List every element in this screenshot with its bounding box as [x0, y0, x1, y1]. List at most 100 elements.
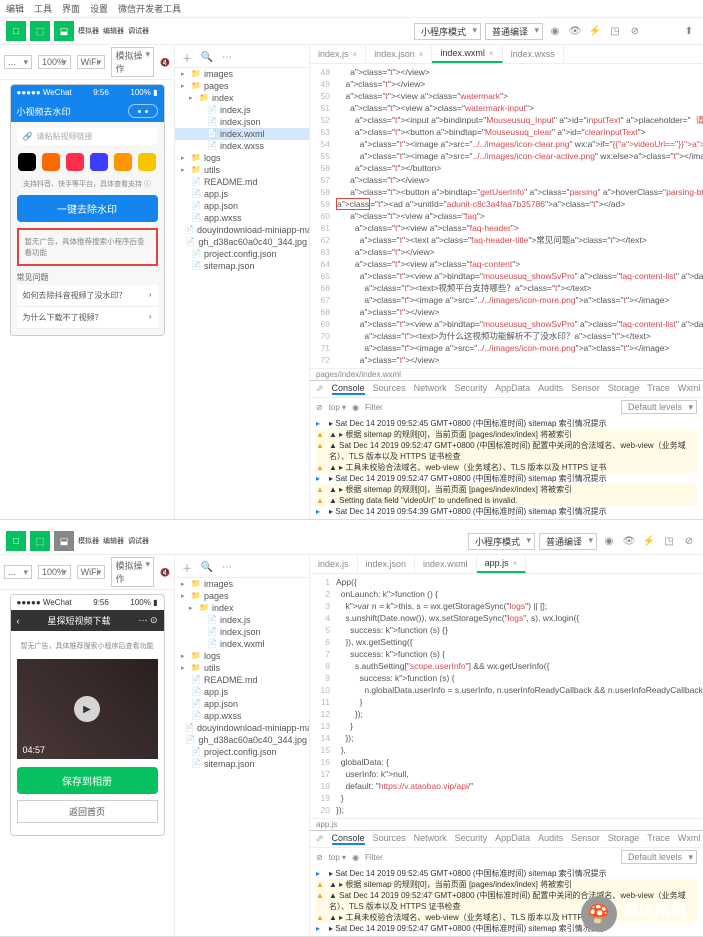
tree-node[interactable]: 📄index.json: [175, 116, 309, 128]
tree-node[interactable]: 📄project.config.json: [175, 248, 309, 260]
remove-watermark-btn[interactable]: 一键去除水印: [17, 195, 158, 222]
tree-node[interactable]: 📄app.wxss: [175, 212, 309, 224]
tree-node[interactable]: 📄gh_d38ac60a0c40_344.jpg: [175, 734, 309, 746]
tree-node[interactable]: 📄sitemap.json: [175, 758, 309, 770]
compile-select[interactable]: 普通编译: [539, 533, 597, 550]
compile-icon[interactable]: ◉: [601, 533, 617, 549]
tab[interactable]: index.wxss: [503, 45, 564, 63]
simulator-btn[interactable]: □: [6, 531, 26, 551]
tab-active[interactable]: index.wxml×: [432, 45, 502, 63]
mode-select[interactable]: 小程序模式: [468, 533, 535, 550]
tab[interactable]: Wxml: [678, 383, 701, 395]
tree-node[interactable]: 📄index.wxml: [175, 128, 309, 140]
tab-active[interactable]: app.js×: [477, 555, 527, 573]
clear-icon[interactable]: ⊘: [627, 23, 643, 39]
level-sel[interactable]: Default levels: [621, 400, 697, 414]
net-sel[interactable]: WiFi: [77, 55, 106, 69]
tree-node[interactable]: ▸📁images: [175, 68, 309, 80]
tree-node[interactable]: 📄index.json: [175, 626, 309, 638]
home-btn[interactable]: 返回首页: [17, 800, 158, 823]
tab[interactable]: index.wxml: [415, 555, 477, 573]
tab[interactable]: Sources: [373, 383, 406, 395]
pointer-icon[interactable]: ⬀: [316, 383, 324, 395]
console-tab[interactable]: Console: [332, 383, 365, 395]
video-player[interactable]: ▶ 04:57: [17, 659, 158, 759]
tree-node[interactable]: 📄index.js: [175, 614, 309, 626]
menu-item[interactable]: 编辑: [6, 2, 24, 15]
console-tab[interactable]: Console: [332, 833, 365, 845]
tree-node[interactable]: 📄sitemap.json: [175, 260, 309, 272]
url-input[interactable]: 🔗 请粘贴视频链接: [17, 128, 158, 145]
tab[interactable]: index.json×: [366, 45, 432, 63]
tab[interactable]: Wxml: [678, 833, 701, 845]
tab[interactable]: Security: [455, 383, 488, 395]
upload-icon[interactable]: ⬆: [681, 23, 697, 39]
menu-item[interactable]: 设置: [90, 2, 108, 15]
pointer-icon[interactable]: ⬀: [316, 833, 324, 845]
compile-icon[interactable]: ◉: [547, 23, 563, 39]
faq-item[interactable]: 如何去除抖音视频了没水印？›: [17, 285, 158, 307]
debugger-btn[interactable]: ⬓: [54, 21, 74, 41]
tab[interactable]: Trace: [647, 833, 670, 845]
sim-sel[interactable]: 模拟操作: [111, 557, 154, 587]
preview-icon[interactable]: 👁: [567, 23, 583, 39]
code-editor[interactable]: 48 a">class="t"></view>49 a">class="t"><…: [310, 64, 703, 368]
tree-node[interactable]: 📄project.config.json: [175, 746, 309, 758]
mute-icon[interactable]: 🔇: [160, 568, 170, 577]
tree-node[interactable]: 📄app.js: [175, 686, 309, 698]
tab[interactable]: index.js: [310, 555, 358, 573]
capsule[interactable]: [128, 104, 158, 118]
tab[interactable]: Network: [414, 833, 447, 845]
tree-node[interactable]: 📄index.wxml: [175, 638, 309, 650]
tree-node[interactable]: ▸📁utils: [175, 662, 309, 674]
tab[interactable]: Storage: [608, 383, 640, 395]
more-icon[interactable]: ⋯: [219, 559, 235, 575]
tab[interactable]: AppData: [495, 383, 530, 395]
tree-node[interactable]: 📄index.wxss: [175, 140, 309, 152]
tree-node[interactable]: ▸📁index: [175, 92, 309, 104]
back-icon[interactable]: ‹: [17, 616, 20, 626]
tab[interactable]: Security: [455, 833, 488, 845]
sim-sel[interactable]: 模拟操作: [111, 47, 154, 77]
editor-btn[interactable]: ⬚: [30, 531, 50, 551]
tab[interactable]: Trace: [647, 383, 670, 395]
tree-node[interactable]: 📄app.wxss: [175, 710, 309, 722]
mute-icon[interactable]: 🔇: [160, 58, 170, 67]
debugger-btn[interactable]: ⬓: [54, 531, 74, 551]
eye-icon[interactable]: ◉: [352, 403, 359, 412]
tree-node[interactable]: 📄douyindownload-miniapp-master.zip: [175, 722, 309, 734]
device-sel[interactable]: ...: [4, 565, 32, 579]
zoom-sel[interactable]: 100%: [38, 55, 71, 69]
level-sel[interactable]: Default levels: [621, 850, 697, 864]
tab[interactable]: AppData: [495, 833, 530, 845]
console[interactable]: ▸▸ Sat Dec 14 2019 09:52:45 GMT+0800 (中国…: [310, 416, 703, 519]
zoom-sel[interactable]: 100%: [38, 565, 71, 579]
device-sel[interactable]: ...: [4, 55, 32, 69]
tree-node[interactable]: ▸📁index: [175, 602, 309, 614]
tab[interactable]: Network: [414, 383, 447, 395]
tree-node[interactable]: ▸📁logs: [175, 152, 309, 164]
capsule[interactable]: ⋯ ⊙: [138, 615, 157, 626]
tree-node[interactable]: ▸📁pages: [175, 80, 309, 92]
tree-node[interactable]: 📄README.md: [175, 674, 309, 686]
tree-node[interactable]: 📄README.md: [175, 176, 309, 188]
simulator-btn[interactable]: □: [6, 21, 26, 41]
clear-icon[interactable]: ⊘: [316, 853, 323, 862]
tree-node[interactable]: ▸📁pages: [175, 590, 309, 602]
add-icon[interactable]: ＋: [179, 49, 195, 65]
add-icon[interactable]: ＋: [179, 559, 195, 575]
clear-icon[interactable]: ⊘: [681, 533, 697, 549]
tab[interactable]: Audits: [538, 383, 563, 395]
clear-icon[interactable]: ⊘: [316, 403, 323, 412]
tab[interactable]: Sources: [373, 833, 406, 845]
tree-node[interactable]: 📄app.js: [175, 188, 309, 200]
tree-node[interactable]: 📄index.js: [175, 104, 309, 116]
background-icon[interactable]: ◳: [661, 533, 677, 549]
preview-icon[interactable]: 👁: [621, 533, 637, 549]
tab[interactable]: Sensor: [571, 383, 600, 395]
search-icon[interactable]: 🔍: [199, 49, 215, 65]
top-ctx[interactable]: top ▾: [329, 403, 346, 412]
tab[interactable]: index.json: [358, 555, 416, 573]
remote-icon[interactable]: ⚡: [587, 23, 603, 39]
menu-item[interactable]: 界面: [62, 2, 80, 15]
